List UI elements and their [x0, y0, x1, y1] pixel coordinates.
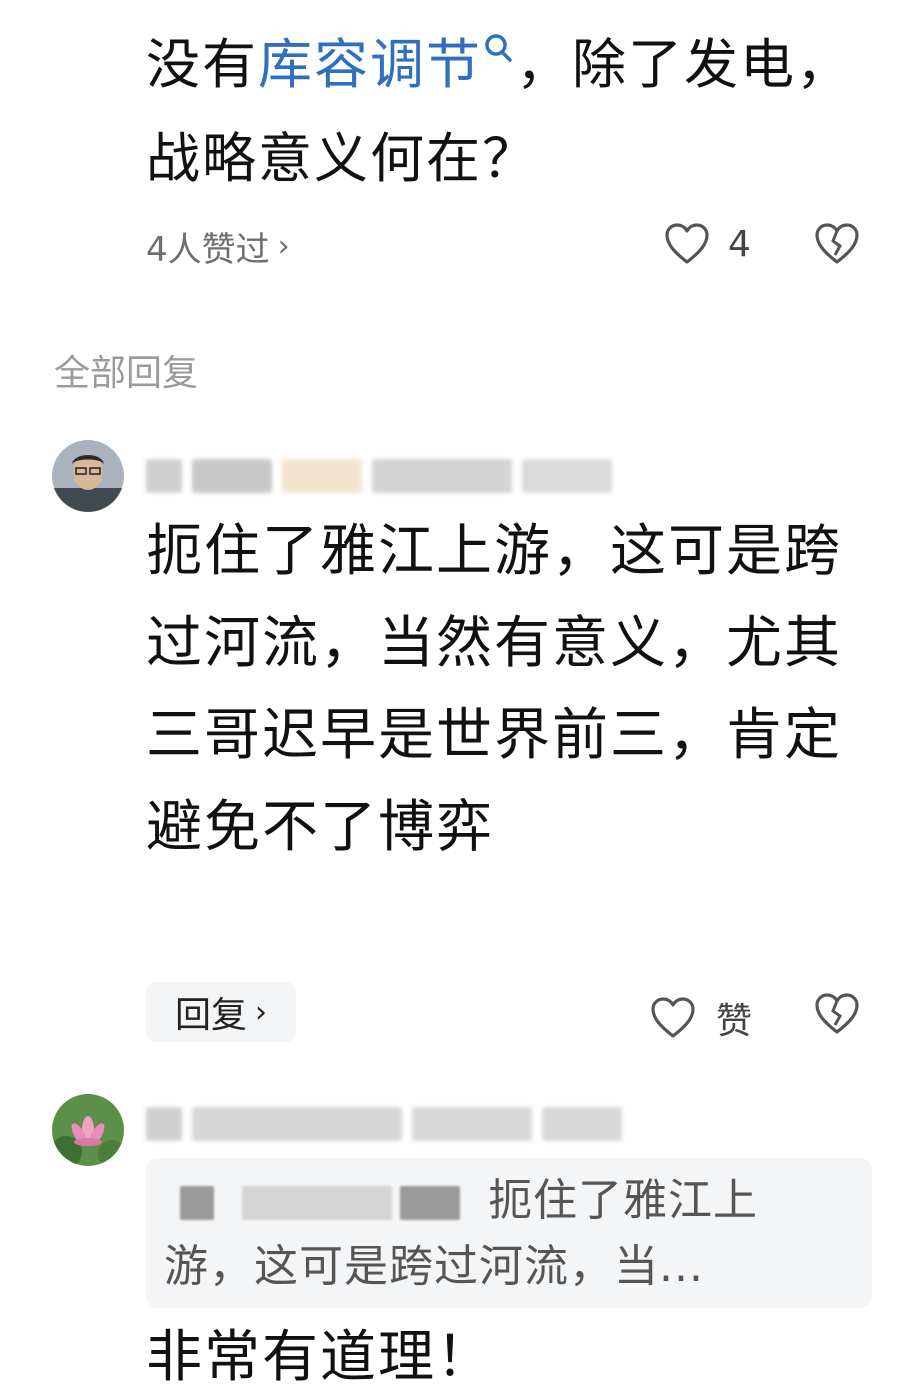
comment-text-start: 没有	[146, 33, 258, 96]
broken-heart-icon	[815, 993, 859, 1034]
avatar[interactable]	[52, 1094, 124, 1166]
like-label: 赞	[716, 1001, 753, 1042]
reply-text: 扼住了雅江上游，这可是跨过河流，当然有意义，尤其三哥迟早是世界前三，肯定避免不了…	[146, 519, 842, 860]
reply-dislike-button[interactable]	[814, 992, 860, 1036]
reply-button[interactable]: 回复 ›	[146, 982, 296, 1042]
reply-text: 非常有道理！	[146, 1325, 494, 1390]
redacted-author	[242, 1186, 392, 1220]
heart-outline-icon	[665, 223, 709, 264]
heart-outline-icon	[651, 997, 695, 1038]
reply-like-button[interactable]: 赞	[650, 992, 752, 1044]
comment-dislike-button[interactable]	[814, 222, 860, 266]
avatar[interactable]	[52, 440, 124, 512]
chevron-right-icon: ›	[277, 229, 290, 264]
comment-like-button[interactable]: 4	[664, 222, 751, 266]
reply-author-meta-redacted	[146, 1104, 622, 1144]
search-icon	[485, 34, 512, 62]
quoted-reply: 扼住了雅江上游，这可是跨过河流，当...	[164, 1168, 844, 1300]
liked-by-link[interactable]: 4人赞过 ›	[146, 222, 290, 271]
section-title-all-replies: 全部回复	[54, 353, 199, 394]
reply-author-meta-redacted	[146, 456, 612, 496]
liked-by-label: 4人赞过	[146, 230, 270, 270]
keyword-label: 库容调节	[258, 33, 482, 96]
lotus-avatar-image	[52, 1094, 124, 1166]
redacted-author	[180, 1186, 214, 1220]
redacted-author	[400, 1186, 460, 1220]
chevron-right-icon: ›	[255, 994, 267, 1030]
reply-button-label: 回复	[174, 995, 247, 1036]
like-count: 4	[728, 223, 751, 265]
quoted-reply-box[interactable]: 扼住了雅江上游，这可是跨过河流，当...	[146, 1158, 872, 1308]
broken-heart-icon	[815, 223, 859, 264]
user-avatar-image	[52, 440, 124, 512]
main-comment-text: 没有库容调节 ，除了发电，战略意义何在？	[146, 18, 886, 206]
keyword-search-link[interactable]: 库容调节	[258, 33, 516, 96]
